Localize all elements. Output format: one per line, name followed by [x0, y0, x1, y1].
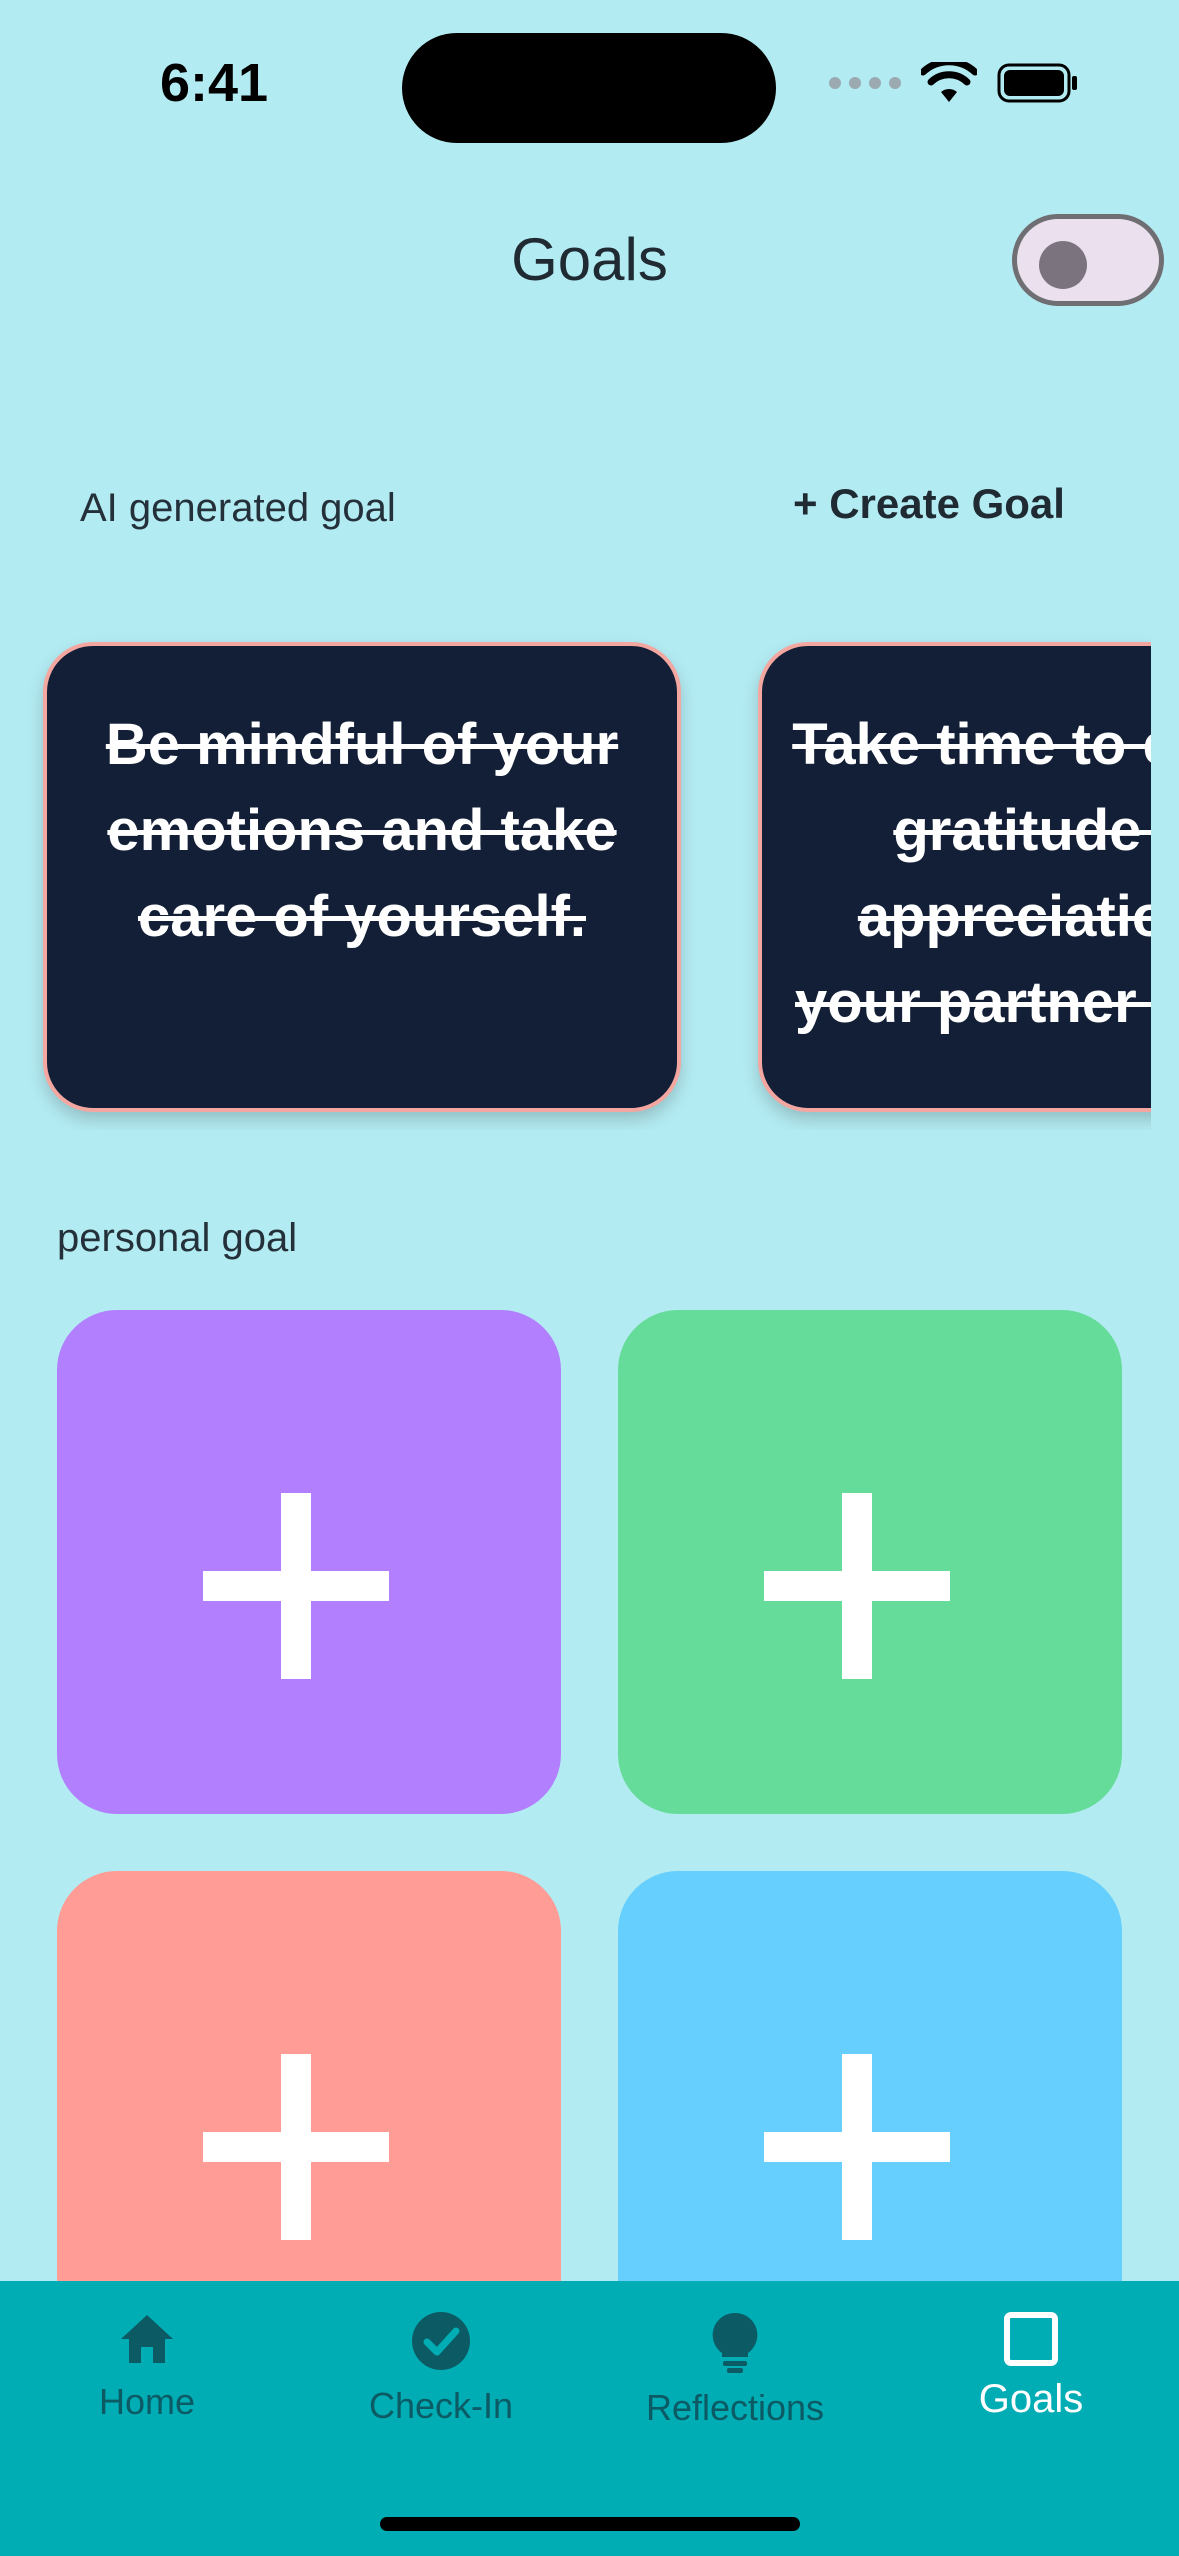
add-personal-goal-button[interactable] — [618, 1310, 1122, 1814]
ai-goal-text: Take time to express gratitude and appre… — [792, 712, 1151, 1035]
nav-item-reflections[interactable]: Reflections — [605, 2311, 865, 2429]
ai-goal-text: Be mindful of your emotions and take car… — [105, 712, 619, 949]
cellular-signal-icon — [829, 77, 901, 89]
lightbulb-icon — [712, 2312, 758, 2373]
home-indicator — [380, 2517, 800, 2531]
nav-item-goals[interactable]: Goals — [901, 2311, 1161, 2422]
nav-label: Home — [98, 2381, 196, 2422]
create-goal-button[interactable]: + Create Goal — [793, 480, 1065, 528]
page-title: Goals — [511, 226, 668, 293]
nav-label: Goals — [978, 2377, 1084, 2421]
nav-label: Check-In — [368, 2385, 514, 2426]
battery-icon — [997, 63, 1077, 103]
ai-goal-card[interactable]: Be mindful of your emotions and take car… — [43, 642, 681, 1112]
status-time: 6:41 — [160, 53, 269, 113]
add-personal-goal-button[interactable] — [57, 1310, 561, 1814]
status-indicators — [829, 62, 1079, 104]
ai-goal-carousel[interactable]: Be mindful of your emotions and take car… — [0, 630, 1151, 1130]
check-circle-icon — [412, 2312, 470, 2370]
nav-item-home[interactable]: Home — [17, 2311, 277, 2423]
home-icon — [121, 2315, 173, 2363]
ai-goal-card[interactable]: Take time to express gratitude and appre… — [758, 642, 1151, 1112]
bottom-nav: Home Check-In Reflections Goals — [0, 2281, 1179, 2556]
nav-item-check-in[interactable]: Check-In — [311, 2311, 571, 2427]
personal-section-label: personal goal — [57, 1216, 298, 1260]
wifi-icon — [921, 62, 977, 102]
toggle-knob — [1039, 241, 1087, 289]
theme-toggle[interactable] — [1012, 214, 1164, 306]
ai-section-label: AI generated goal — [80, 486, 396, 530]
dynamic-island — [402, 33, 776, 143]
nav-label: Reflections — [645, 2387, 825, 2428]
square-icon — [1004, 2312, 1058, 2366]
